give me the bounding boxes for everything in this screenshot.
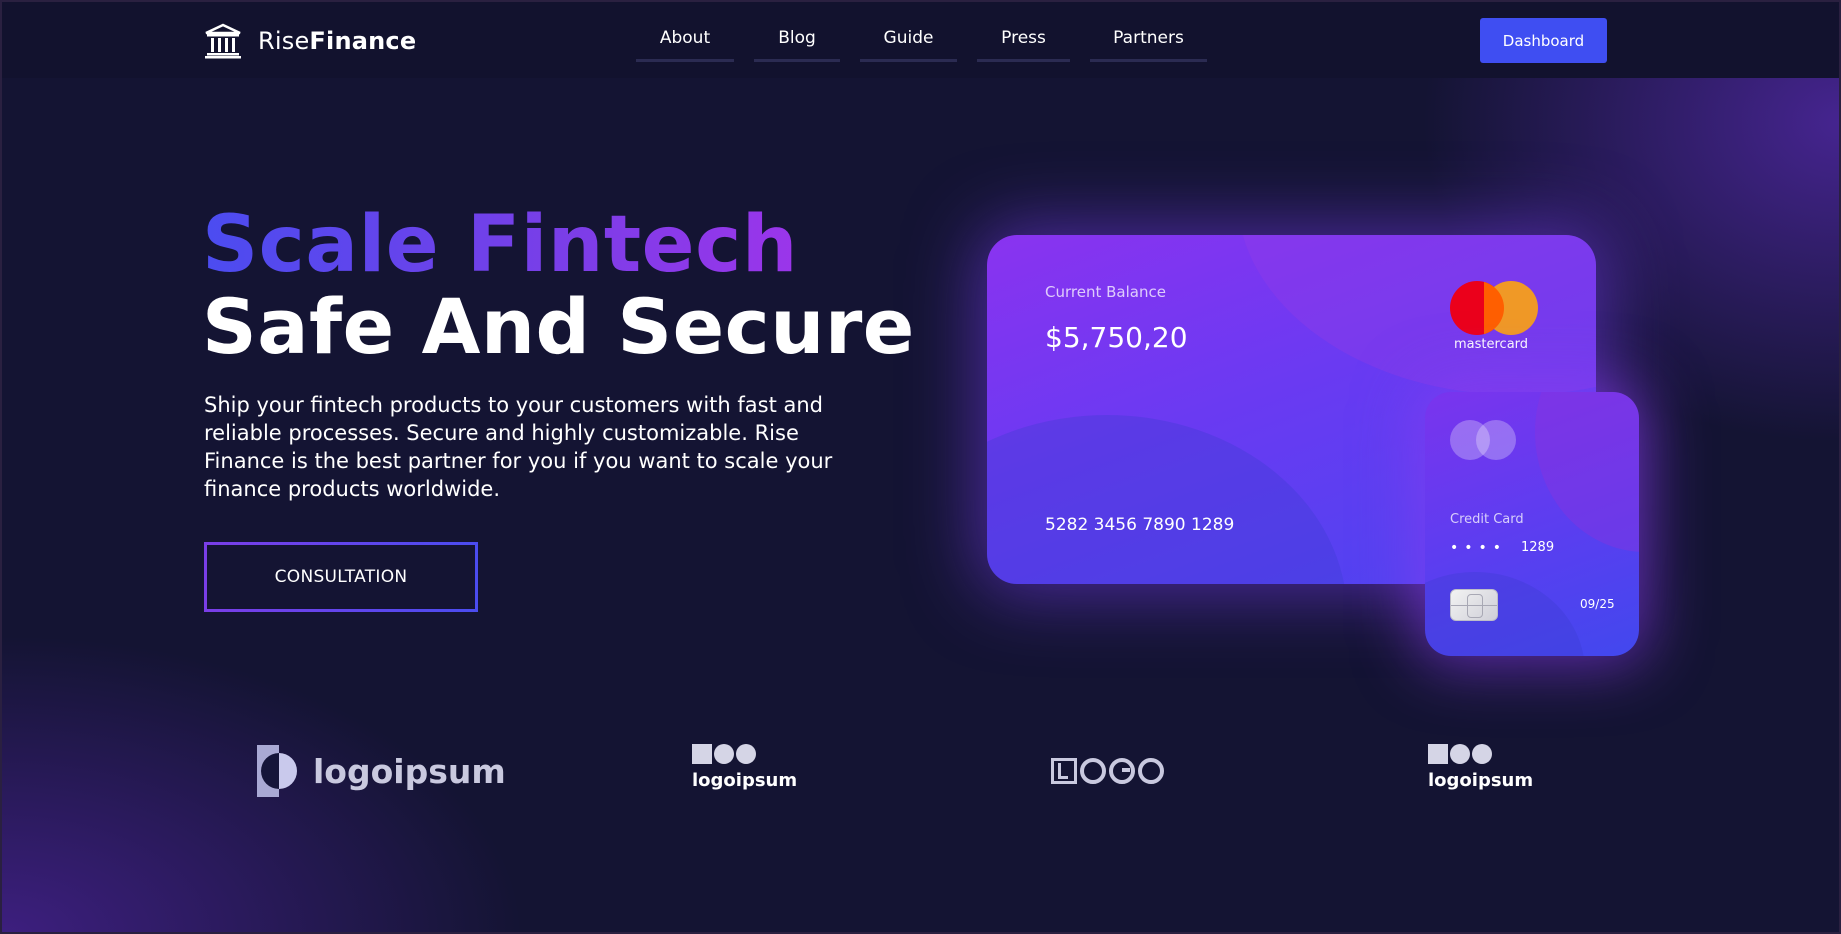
card-decoration [987,415,1347,584]
nav-press[interactable]: Press [977,24,1070,62]
last-digits: 1289 [1521,540,1555,555]
logo-letter-o-icon [1138,758,1164,784]
main-nav: About Blog Guide Press Partners [636,24,1207,62]
mastercard-overlap [1484,281,1504,335]
partner-logo: logoipsum [257,744,506,798]
hero-title: Safe And Secure [202,282,915,371]
card-number: 5282 3456 7890 1289 [1045,515,1235,535]
credit-card-label: Credit Card [1450,512,1524,527]
mastercard-logo: mastercard [1450,281,1540,353]
partner-name: logoipsum [313,751,506,791]
shapes-icon [1428,744,1494,766]
card-decoration [1535,392,1639,552]
brand-logo[interactable]: RiseFinance [204,22,416,60]
partner-logo [1051,744,1167,798]
card-network: mastercard [1454,337,1529,352]
balance-label: Current Balance [1045,283,1166,301]
hero-description: Ship your fintech products to your custo… [204,393,833,501]
logo-letter-o-icon [1080,758,1106,784]
logo-letter-g-icon [1109,758,1135,784]
partner-name: logoipsum [692,770,798,791]
credit-card: Credit Card •••• 1289 09/25 [1425,392,1639,656]
nav-partners[interactable]: Partners [1090,24,1207,62]
expiry-date: 09/25 [1580,597,1615,611]
balance-amount: $5,750,20 [1045,321,1188,354]
nav-blog[interactable]: Blog [754,24,840,62]
brand-name: RiseFinance [258,27,417,55]
masked-digits: •••• [1450,540,1508,556]
partner-logo: logoipsum [1428,744,1533,798]
partner-logo: logoipsum [692,744,797,798]
logoipsum-icon [257,745,299,797]
card-decoration [1425,572,1585,656]
hero-title-gradient: Scale Fintech [202,200,798,290]
landing-page: RiseFinance About Blog Guide Press Partn… [0,0,1841,934]
shapes-icon [692,744,758,766]
partner-name: logoipsum [1428,770,1534,791]
consultation-button[interactable]: CONSULTATION [204,542,478,612]
logo-letter-l-icon [1051,758,1077,784]
dashboard-button[interactable]: Dashboard [1480,18,1607,63]
chip-icon [1450,589,1498,621]
nav-about[interactable]: About [636,24,734,62]
bank-icon [205,23,241,59]
card-brand-icon [1450,420,1520,460]
top-navbar: RiseFinance About Blog Guide Press Partn… [2,2,1839,78]
nav-guide[interactable]: Guide [860,24,957,62]
card-decoration [1237,235,1596,395]
